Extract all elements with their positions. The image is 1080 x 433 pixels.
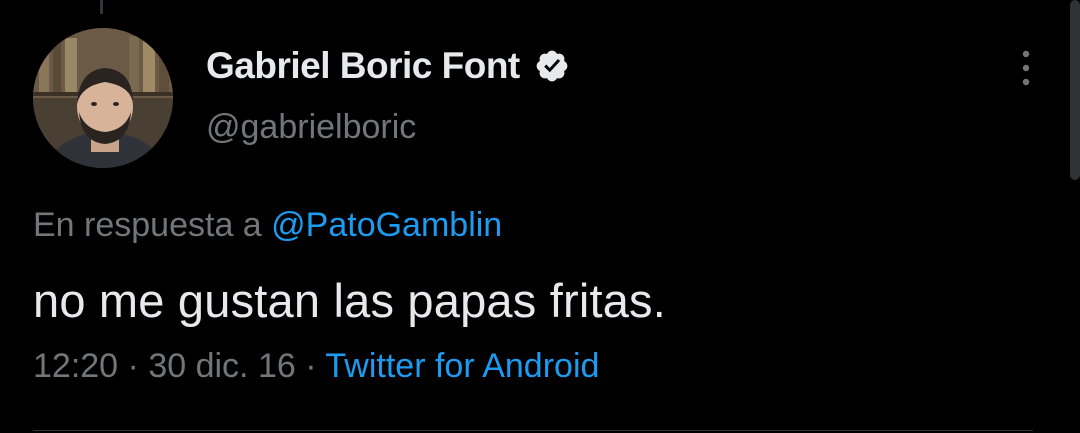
more-options-button[interactable] xyxy=(1006,46,1046,90)
scrollbar-thumb[interactable] xyxy=(1070,0,1080,180)
author-display-name[interactable]: Gabriel Boric Font xyxy=(206,45,520,87)
more-vertical-icon xyxy=(1022,50,1030,86)
meta-separator: · xyxy=(305,347,317,385)
avatar-photo xyxy=(33,28,173,168)
author-name-row[interactable]: Gabriel Boric Font xyxy=(206,44,570,88)
avatar[interactable] xyxy=(33,28,173,168)
tweet-date[interactable]: 30 dic. 16 xyxy=(148,347,295,385)
author-handle[interactable]: @gabrielboric xyxy=(206,108,416,147)
divider xyxy=(33,430,1033,431)
tweet-time[interactable]: 12:20 xyxy=(33,347,118,385)
tweet-source-link[interactable]: Twitter for Android xyxy=(325,347,599,385)
meta-separator: · xyxy=(127,347,139,385)
reply-context: En respuesta a @PatoGamblin xyxy=(33,206,502,245)
reply-prefix: En respuesta a xyxy=(33,206,262,244)
reply-mention-link[interactable]: @PatoGamblin xyxy=(271,206,502,244)
tweet-metadata: 12:20 · 30 dic. 16 · Twitter for Android xyxy=(33,347,599,386)
tweet-text: no me gustan las papas fritas. xyxy=(33,274,667,327)
thread-connector-line xyxy=(100,0,103,14)
verified-badge-icon xyxy=(534,48,570,84)
